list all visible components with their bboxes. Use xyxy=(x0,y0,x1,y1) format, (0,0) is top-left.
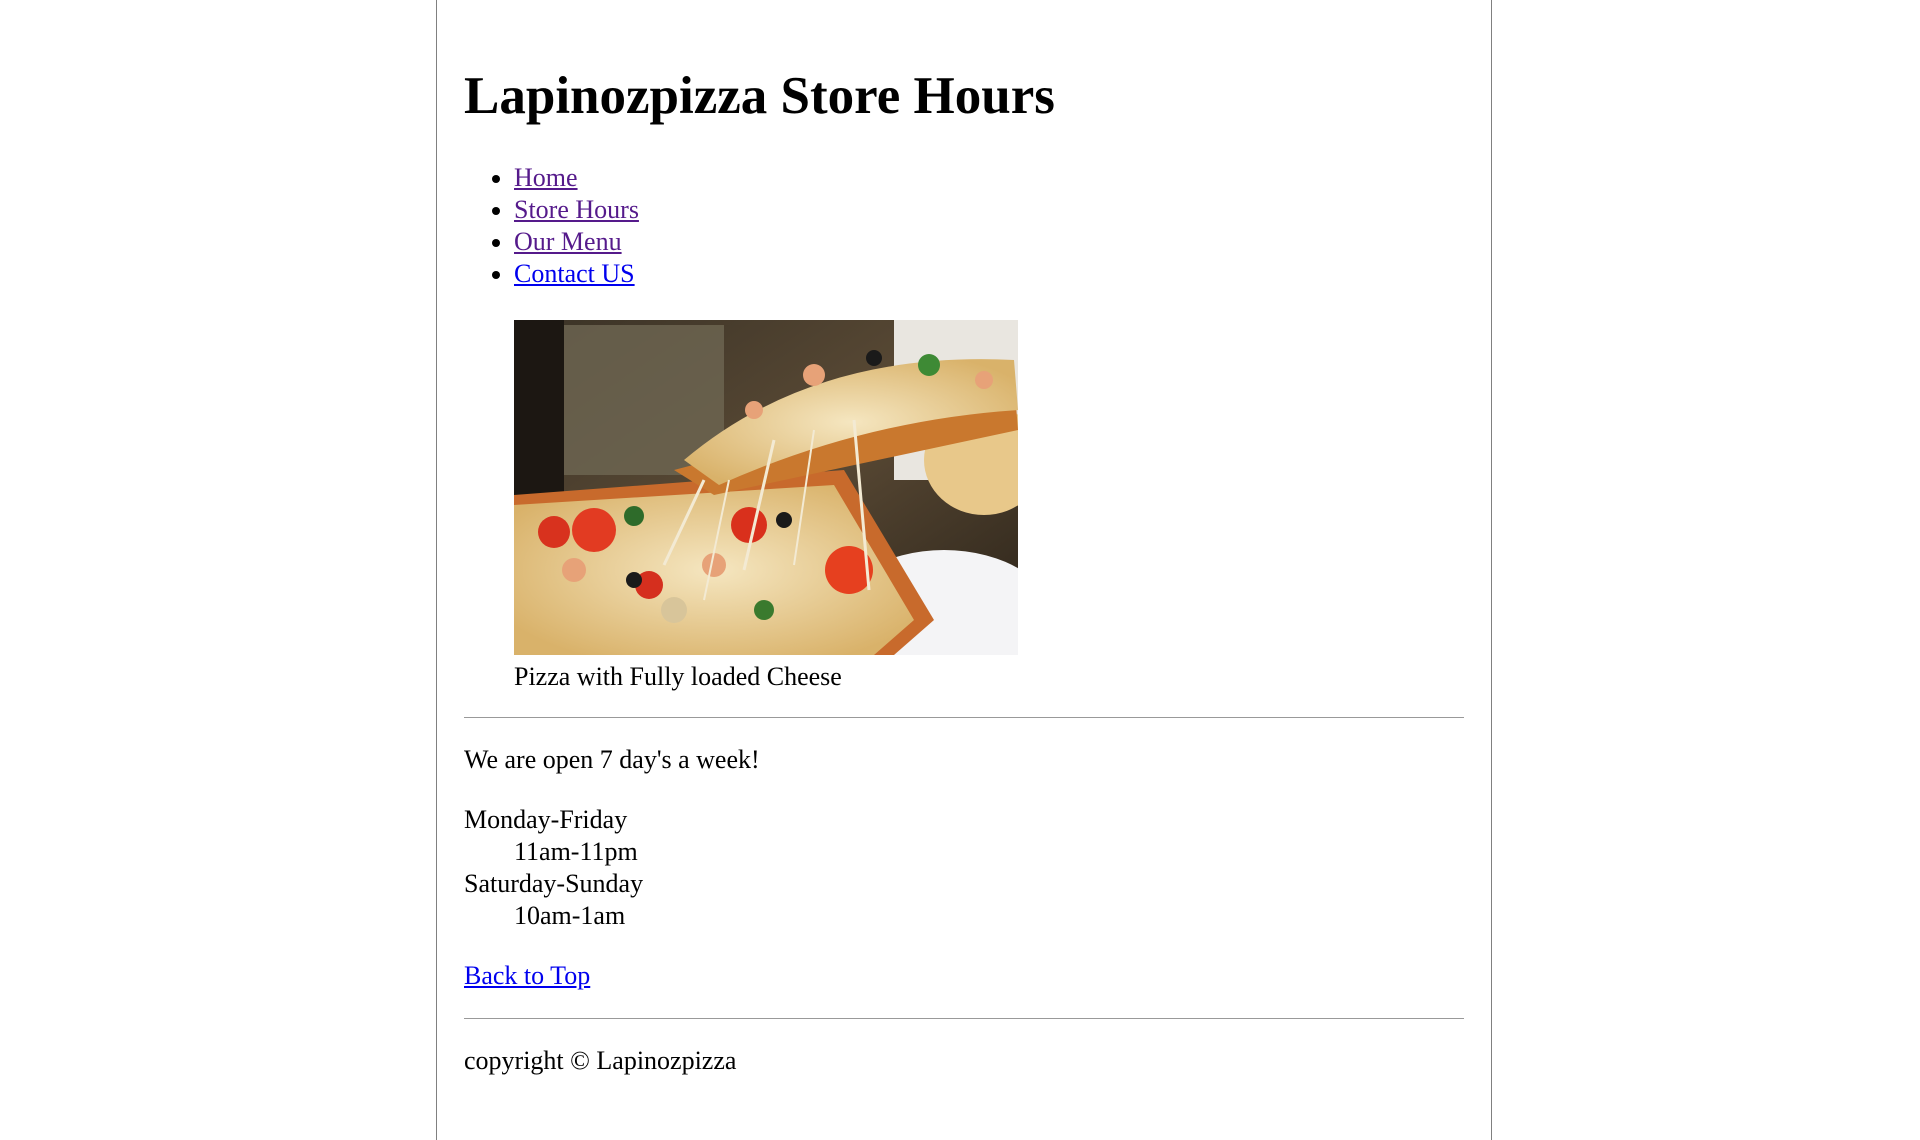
back-to-top-paragraph: Back to Top xyxy=(464,960,1464,992)
hours-time: 11am-11pm xyxy=(514,837,638,866)
hours-time: 10am-1am xyxy=(514,901,626,930)
nav-link-home[interactable]: Home xyxy=(514,163,578,192)
pizza-figure: Pizza with Fully loaded Cheese xyxy=(514,320,1464,693)
hours-days: Monday-Friday xyxy=(464,805,628,834)
image-caption: Pizza with Fully loaded Cheese xyxy=(514,662,842,691)
copyright-text: copyright © Lapinozpizza xyxy=(464,1046,737,1075)
page-container: Lapinozpizza Store Hours Home Store Hour… xyxy=(436,0,1492,1140)
nav-link-store-hours[interactable]: Store Hours xyxy=(514,195,639,224)
hours-list: Monday-Friday 11am-11pm Saturday-Sunday … xyxy=(464,804,1464,932)
divider xyxy=(464,1018,1464,1019)
back-to-top-link[interactable]: Back to Top xyxy=(464,961,590,990)
main-nav: Home Store Hours Our Menu Contact US xyxy=(464,162,1464,290)
nav-item-contact-us: Contact US xyxy=(514,258,1464,290)
pizza-photo xyxy=(514,320,1018,655)
nav-item-store-hours: Store Hours xyxy=(514,194,1464,226)
nav-link-our-menu[interactable]: Our Menu xyxy=(514,227,622,256)
divider xyxy=(464,717,1464,718)
open-days-text: We are open 7 day's a week! xyxy=(464,745,760,774)
nav-item-our-menu: Our Menu xyxy=(514,226,1464,258)
nav-item-home: Home xyxy=(514,162,1464,194)
nav-link-contact-us[interactable]: Contact US xyxy=(514,259,635,288)
page-title: Lapinozpizza Store Hours xyxy=(464,67,1055,125)
hours-days: Saturday-Sunday xyxy=(464,869,644,898)
